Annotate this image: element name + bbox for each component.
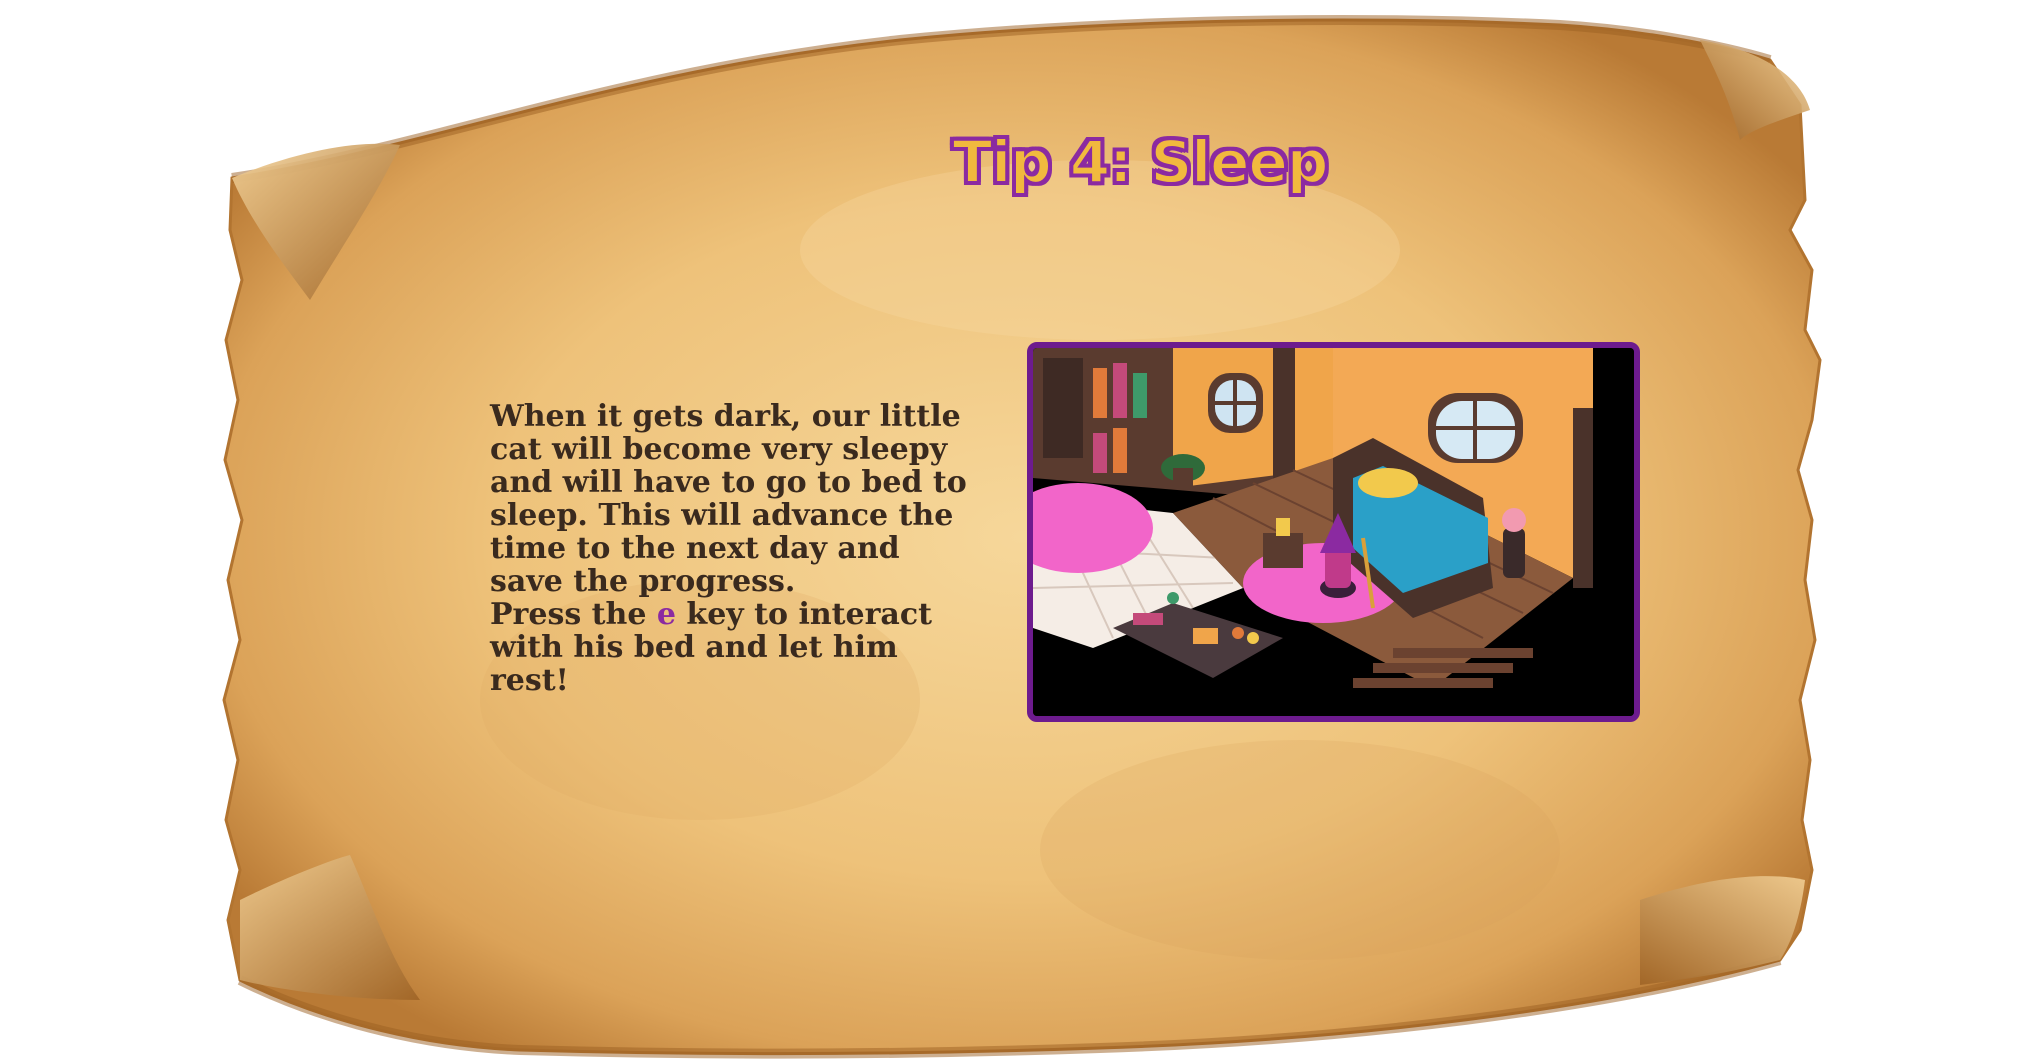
curl-bottom-right	[1640, 876, 1805, 985]
interact-key: e	[656, 597, 676, 632]
bedroom-scene-image	[1033, 348, 1634, 716]
tip-title: Tip 4: Sleep	[952, 127, 1330, 197]
press-prefix: Press the	[490, 597, 657, 632]
tip-description: When it gets dark, our little cat will b…	[490, 400, 970, 697]
tip-description-text: When it gets dark, our little cat will b…	[490, 399, 967, 599]
tip-screen: Tip 4: Sleep When it gets dark, our litt…	[0, 0, 2040, 1063]
gameplay-screenshot	[1027, 342, 1640, 722]
